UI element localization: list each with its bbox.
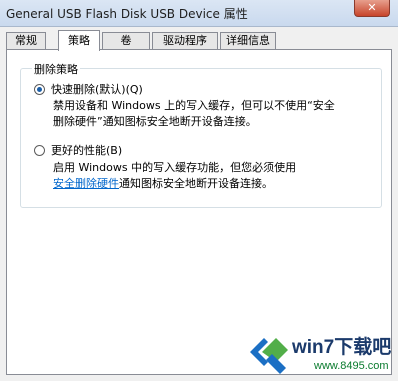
better-performance-label: 更好的性能(B) bbox=[51, 144, 123, 157]
group-legend: 删除策略 bbox=[32, 61, 80, 77]
safely-remove-hardware-link[interactable]: 安全删除硬件 bbox=[53, 177, 119, 190]
watermark: win7下载吧 www.8495.com bbox=[246, 326, 396, 378]
tab-policies[interactable]: 策略 bbox=[58, 30, 100, 51]
tab-general[interactable]: 常规 bbox=[6, 32, 46, 50]
close-button[interactable]: ✕ bbox=[354, 0, 390, 17]
better-performance-desc-line2: 安全删除硬件通知图标安全地断开设备连接。 bbox=[53, 176, 363, 192]
radio-checked-icon[interactable] bbox=[34, 83, 45, 95]
watermark-name: win7下载吧 bbox=[292, 337, 392, 358]
better-performance-desc-line2-rest: 通知图标安全地断开设备连接。 bbox=[119, 177, 273, 190]
watermark-url: www.8495.com bbox=[314, 360, 389, 372]
title-bar: General USB Flash Disk USB Device 属性 ✕ bbox=[0, 0, 398, 27]
tab-driver[interactable]: 驱动程序 bbox=[152, 32, 218, 50]
quick-removal-description: 禁用设备和 Windows 上的写入缓存，但可以不使用“安全 删除硬件”通知图标… bbox=[53, 98, 363, 130]
better-performance-option[interactable]: 更好的性能(B) bbox=[34, 142, 122, 158]
window-title: General USB Flash Disk USB Device 属性 bbox=[6, 7, 248, 21]
quick-removal-desc-line2: 删除硬件”通知图标安全地断开设备连接。 bbox=[53, 115, 257, 128]
win7-logo-icon bbox=[250, 338, 288, 374]
quick-removal-label: 快速删除(默认)(Q) bbox=[51, 83, 143, 96]
quick-removal-option[interactable]: 快速删除(默认)(Q) bbox=[34, 81, 143, 97]
tab-volumes[interactable]: 卷 bbox=[102, 32, 150, 50]
better-performance-desc-line1: 启用 Windows 中的写入缓存功能，但您必须使用 bbox=[53, 161, 297, 174]
radio-unchecked-icon[interactable] bbox=[34, 144, 45, 156]
quick-removal-desc-line1: 禁用设备和 Windows 上的写入缓存，但可以不使用“安全 bbox=[53, 99, 335, 112]
tab-details[interactable]: 详细信息 bbox=[220, 32, 276, 50]
better-performance-description: 启用 Windows 中的写入缓存功能，但您必须使用 安全删除硬件通知图标安全地… bbox=[53, 160, 363, 192]
